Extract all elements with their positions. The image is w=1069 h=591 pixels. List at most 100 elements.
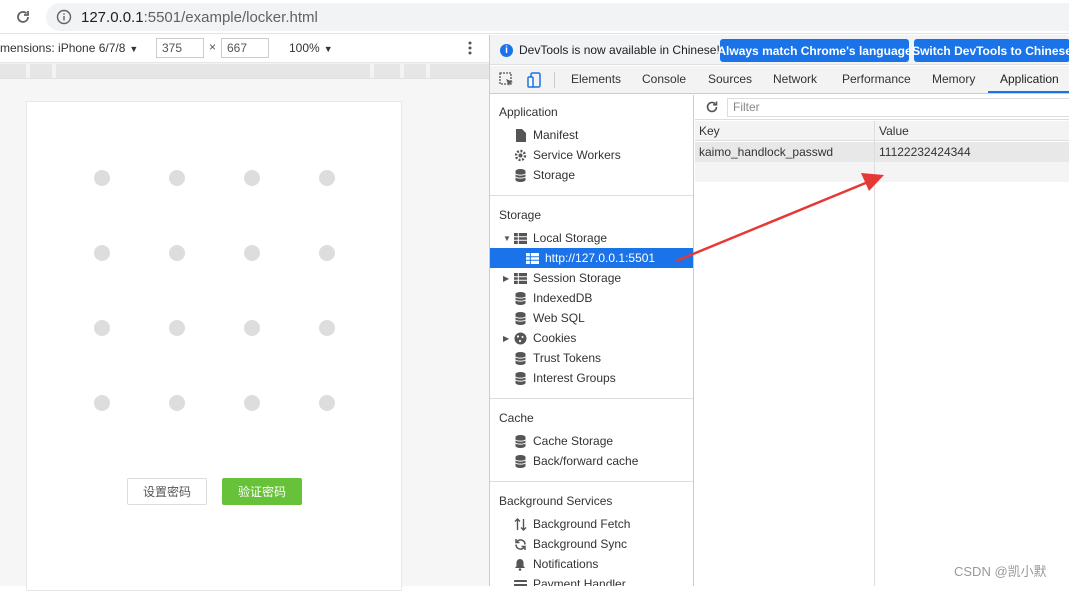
value-column-header[interactable]: Value xyxy=(875,121,1069,141)
sidebar-item-label: Storage xyxy=(533,168,576,182)
section-application[interactable]: Application xyxy=(499,105,558,119)
pattern-dot[interactable] xyxy=(319,170,335,186)
pattern-dot[interactable] xyxy=(244,245,260,261)
height-input[interactable]: 667 xyxy=(221,38,269,58)
table-row-key[interactable]: kaimo_handlock_passwd xyxy=(695,142,874,162)
pattern-dot[interactable] xyxy=(319,395,335,411)
pattern-dot[interactable] xyxy=(244,170,260,186)
device-select[interactable]: mensions: iPhone 6/7/8 ▼ xyxy=(0,41,138,55)
always-match-language-button[interactable]: Always match Chrome's language xyxy=(717,39,912,62)
address-bar: 127.0.0.1:5501/example/locker.html xyxy=(0,0,1069,34)
table-grid-icon xyxy=(513,231,527,245)
pattern-dot[interactable] xyxy=(169,320,185,336)
active-tab-indicator xyxy=(988,91,1069,93)
tab-network[interactable]: Network xyxy=(773,72,817,86)
tab-elements[interactable]: Elements xyxy=(571,72,621,86)
url-text: 127.0.0.1:5501/example/locker.html xyxy=(81,9,318,26)
sync-icon xyxy=(513,537,527,551)
database-icon xyxy=(513,434,527,448)
devtools-panel: i DevTools is now available in Chinese! … xyxy=(489,35,1069,586)
sidebar-item-session-storage[interactable]: ▶ Session Storage xyxy=(490,268,693,288)
collapsed-triangle-icon[interactable]: ▶ xyxy=(503,274,513,283)
pattern-dot[interactable] xyxy=(169,245,185,261)
card-icon xyxy=(513,577,527,586)
table-row-value[interactable]: 11122232424344 xyxy=(875,142,1069,162)
page-content: 设置密码 验证密码 xyxy=(26,101,402,591)
verify-password-button[interactable]: 验证密码 xyxy=(222,478,302,505)
collapsed-triangle-icon[interactable]: ▶ xyxy=(503,334,513,343)
section-divider xyxy=(490,398,693,399)
pattern-dot[interactable] xyxy=(94,320,110,336)
sidebar-item-cookies[interactable]: ▶ Cookies xyxy=(490,328,693,348)
info-message: DevTools is now available in Chinese! xyxy=(519,43,720,57)
section-background-services[interactable]: Background Services xyxy=(499,494,612,508)
pattern-dot[interactable] xyxy=(94,245,110,261)
language-infobar: i DevTools is now available in Chinese! … xyxy=(490,35,1069,65)
gear-icon xyxy=(513,148,527,162)
sidebar-item-trust-tokens[interactable]: Trust Tokens xyxy=(490,348,693,368)
sidebar-item-cache-storage[interactable]: Cache Storage xyxy=(490,431,693,451)
bell-icon xyxy=(513,557,527,571)
pattern-dot[interactable] xyxy=(94,170,110,186)
info-icon[interactable] xyxy=(56,9,72,25)
key-column-header[interactable]: Key xyxy=(695,121,874,141)
more-options-icon[interactable] xyxy=(466,40,474,56)
sidebar-item-background-sync[interactable]: Background Sync xyxy=(490,534,693,554)
database-icon xyxy=(513,291,527,305)
section-storage[interactable]: Storage xyxy=(499,208,541,222)
device-toggle-icon[interactable] xyxy=(526,71,544,89)
media-query-ruler[interactable] xyxy=(0,63,489,79)
pattern-dot[interactable] xyxy=(319,320,335,336)
pattern-dot[interactable] xyxy=(319,245,335,261)
application-sidebar: Application Manifest Service Workers Sto… xyxy=(490,95,694,586)
zoom-select[interactable]: 100% ▼ xyxy=(289,41,333,55)
reload-icon[interactable] xyxy=(12,7,34,27)
sidebar-item-indexeddb[interactable]: IndexedDB xyxy=(490,288,693,308)
sidebar-item-local-storage[interactable]: ▼ Local Storage xyxy=(490,228,693,248)
sidebar-item-localhost-origin[interactable]: http://127.0.0.1:5501 xyxy=(490,248,693,268)
refresh-icon[interactable] xyxy=(705,100,719,114)
info-icon: i xyxy=(500,44,513,57)
section-divider xyxy=(490,195,693,196)
up-down-arrows-icon xyxy=(513,517,527,531)
pattern-dot[interactable] xyxy=(94,395,110,411)
zoom-label: 100% xyxy=(289,41,320,55)
switch-to-chinese-button[interactable]: Switch DevTools to Chinese xyxy=(912,39,1069,62)
sidebar-item-web-sql[interactable]: Web SQL xyxy=(490,308,693,328)
tab-memory[interactable]: Memory xyxy=(932,72,975,86)
expanded-triangle-icon[interactable]: ▼ xyxy=(503,234,513,243)
sidebar-item-label: Payment Handler xyxy=(533,577,626,586)
sidebar-item-notifications[interactable]: Notifications xyxy=(490,554,693,574)
sidebar-item-label: Cookies xyxy=(533,331,577,345)
inspect-element-icon[interactable] xyxy=(498,71,516,89)
pattern-dot[interactable] xyxy=(244,395,260,411)
column-divider xyxy=(874,121,875,586)
tab-sources[interactable]: Sources xyxy=(708,72,752,86)
sidebar-item-background-fetch[interactable]: Background Fetch xyxy=(490,514,693,534)
sidebar-item-label: Session Storage xyxy=(533,271,622,285)
toolbar-divider xyxy=(554,72,555,88)
sidebar-item-storage[interactable]: Storage xyxy=(490,165,693,185)
filter-input[interactable]: Filter xyxy=(727,98,1069,117)
tab-performance[interactable]: Performance xyxy=(842,72,911,86)
sidebar-item-service-workers[interactable]: Service Workers xyxy=(490,145,693,165)
sidebar-item-label: Trust Tokens xyxy=(533,351,602,365)
sidebar-item-manifest[interactable]: Manifest xyxy=(490,125,693,145)
set-password-button[interactable]: 设置密码 xyxy=(127,478,207,505)
tab-application[interactable]: Application xyxy=(1000,72,1059,86)
sidebar-item-interest-groups[interactable]: Interest Groups xyxy=(490,368,693,388)
storage-toolbar: Filter xyxy=(695,95,1069,120)
tab-console[interactable]: Console xyxy=(642,72,686,86)
pattern-dot[interactable] xyxy=(169,395,185,411)
sidebar-item-payment-handler[interactable]: Payment Handler xyxy=(490,574,693,586)
url-field[interactable]: 127.0.0.1:5501/example/locker.html xyxy=(46,3,1069,31)
cookie-icon xyxy=(513,331,527,345)
section-cache[interactable]: Cache xyxy=(499,411,534,425)
sidebar-item-bfcache[interactable]: Back/forward cache xyxy=(490,451,693,471)
sidebar-item-label: Manifest xyxy=(533,128,579,142)
pattern-dot[interactable] xyxy=(169,170,185,186)
pattern-dot[interactable] xyxy=(244,320,260,336)
width-input[interactable]: 375 xyxy=(156,38,204,58)
sidebar-item-label: Background Fetch xyxy=(533,517,631,531)
database-icon xyxy=(513,311,527,325)
